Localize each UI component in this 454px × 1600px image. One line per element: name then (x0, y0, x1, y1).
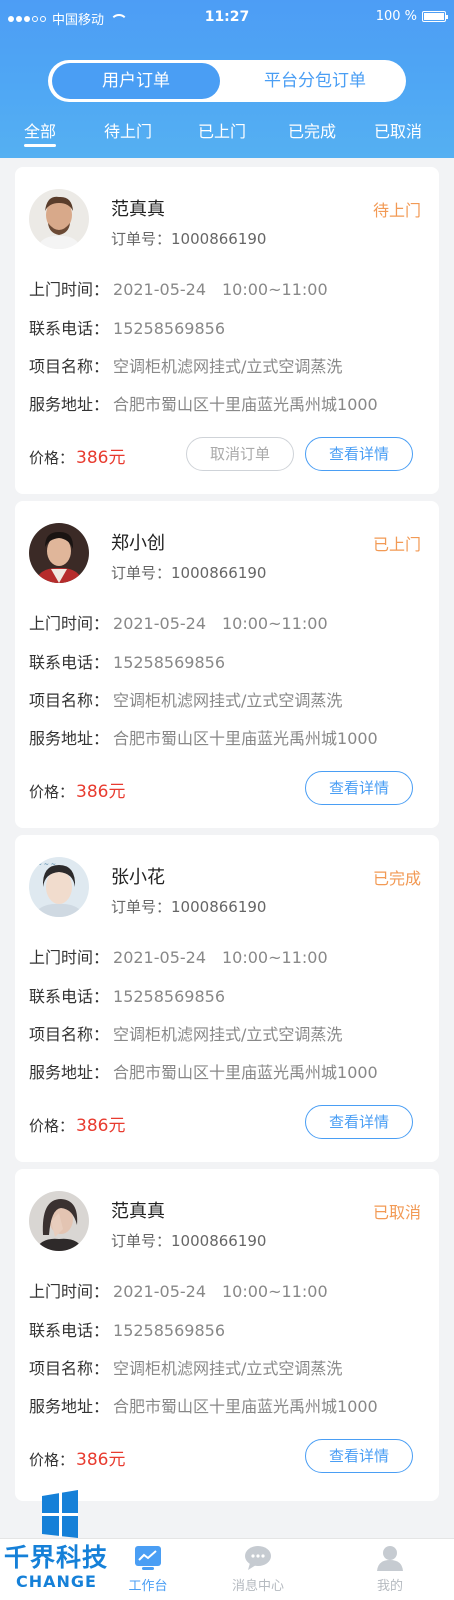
header: 中国移动 11:27 100 % 用户订单 平台分包订单 全部 待上门 已上门 … (0, 0, 454, 158)
nav-label: 消息中心 (231, 1579, 284, 1594)
cancel-order-button[interactable]: 取消订单 (186, 437, 294, 471)
price: 价格： 386元 (29, 1450, 126, 1470)
status-tabs: 全部 待上门 已上门 已完成 已取消 (0, 118, 454, 150)
visit-time-row: 上门时间： 2021-05-24 10:00~11:00 (29, 280, 328, 299)
customer-name: 张小花 (111, 867, 165, 888)
battery-icon (422, 11, 448, 22)
view-details-button[interactable]: 查看详情 (305, 771, 413, 805)
price: 价格： 386元 (29, 448, 126, 468)
status-right: 100 % (375, 9, 448, 24)
phone-row: 联系电话： 15258569856 (29, 653, 225, 672)
tab-cancelled[interactable]: 已取消 (368, 118, 428, 142)
watermark-title: 千界科技 (4, 1543, 109, 1572)
user-orders-tab[interactable]: 用户订单 (52, 63, 220, 99)
view-details-button[interactable]: 查看详情 (305, 1105, 413, 1139)
status-badge: 已取消 (372, 1203, 421, 1222)
status-badge: 已上门 (372, 535, 421, 554)
nav-messages[interactable]: 消息中心 (218, 1545, 298, 1594)
tab-completed[interactable]: 已完成 (282, 118, 342, 142)
status-badge: 待上门 (372, 201, 421, 220)
order-number: 订单号：1000866190 (111, 230, 267, 248)
order-number: 订单号：1000866190 (111, 564, 267, 582)
user-icon (377, 1546, 403, 1571)
customer-name: 郑小创 (111, 533, 165, 554)
price: 价格： 386元 (29, 782, 126, 802)
avatar (29, 523, 89, 583)
order-card[interactable]: 范真真 待上门 订单号：1000866190 上门时间： 2021-05-24 1… (15, 167, 439, 494)
active-tab-indicator (24, 144, 56, 147)
address-row: 服务地址： 合肥市蜀山区十里庙蓝光禹州城1000 (29, 1063, 378, 1082)
tab-visited[interactable]: 已上门 (192, 118, 252, 142)
address-row: 服务地址： 合肥市蜀山区十里庙蓝光禹州城1000 (29, 1397, 378, 1416)
avatar: ~ ~ ~ (29, 857, 89, 917)
visit-time-row: 上门时间： 2021-05-24 10:00~11:00 (29, 948, 328, 967)
order-card[interactable]: 郑小创 已上门 订单号：1000866190 上门时间： 2021-05-24 1… (15, 501, 439, 828)
project-row: 项目名称： 空调柜机滤网挂式/立式空调蒸洗 (29, 357, 343, 376)
view-details-button[interactable]: 查看详情 (305, 437, 413, 471)
order-number: 订单号：1000866190 (111, 898, 267, 916)
chat-bubble-icon (245, 1546, 271, 1570)
avatar (29, 189, 89, 249)
order-number: 订单号：1000866190 (111, 1232, 267, 1250)
order-card[interactable]: ~ ~ ~ 张小花 已完成 订单号：1000866190 上门时间： 2021-0… (15, 835, 439, 1162)
tab-pending[interactable]: 待上门 (98, 118, 158, 142)
phone-row: 联系电话： 15258569856 (29, 987, 225, 1006)
status-badge: 已完成 (372, 869, 421, 888)
watermark-subtitle: CHANGE (16, 1572, 97, 1591)
address-row: 服务地址： 合肥市蜀山区十里庙蓝光禹州城1000 (29, 729, 378, 748)
battery-percent: 100 % (375, 9, 417, 24)
order-card[interactable]: 范真真 已取消 订单号：1000866190 上门时间： 2021-05-24 1… (15, 1169, 439, 1501)
project-row: 项目名称： 空调柜机滤网挂式/立式空调蒸洗 (29, 1359, 343, 1378)
view-details-button[interactable]: 查看详情 (305, 1439, 413, 1473)
nav-label: 我的 (376, 1579, 403, 1594)
visit-time-row: 上门时间： 2021-05-24 10:00~11:00 (29, 1282, 328, 1301)
tab-all[interactable]: 全部 (22, 118, 58, 142)
price: 价格： 386元 (29, 1116, 126, 1136)
watermark-logo: 千界科技 CHANGE (0, 1486, 150, 1600)
project-row: 项目名称： 空调柜机滤网挂式/立式空调蒸洗 (29, 691, 343, 710)
customer-name: 范真真 (111, 1201, 165, 1222)
status-bar: 中国移动 11:27 100 % (0, 0, 454, 36)
platform-orders-tab[interactable]: 平台分包订单 (228, 63, 402, 99)
customer-name: 范真真 (111, 199, 165, 220)
project-row: 项目名称： 空调柜机滤网挂式/立式空调蒸洗 (29, 1025, 343, 1044)
address-row: 服务地址： 合肥市蜀山区十里庙蓝光禹州城1000 (29, 395, 378, 414)
visit-time-row: 上门时间： 2021-05-24 10:00~11:00 (29, 614, 328, 633)
windows-logo-icon (42, 1490, 78, 1538)
phone-row: 联系电话： 15258569856 (29, 319, 225, 338)
avatar (29, 1191, 89, 1251)
phone-row: 联系电话： 15258569856 (29, 1321, 225, 1340)
nav-profile[interactable]: 我的 (350, 1545, 430, 1594)
svg-text:~ ~ ~: ~ ~ ~ (37, 861, 56, 868)
order-type-switch: 用户订单 平台分包订单 (48, 60, 406, 102)
